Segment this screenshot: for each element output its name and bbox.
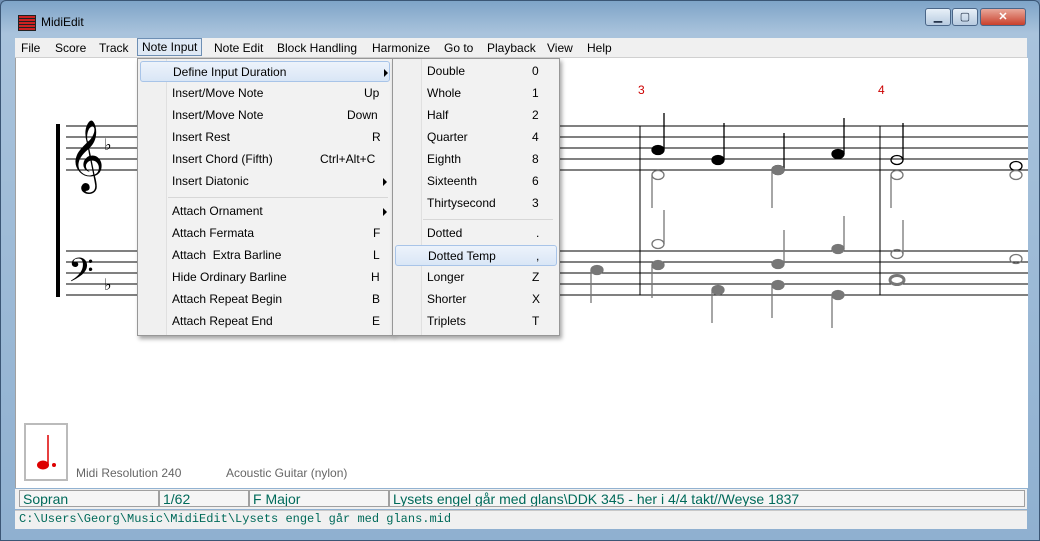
bass-clef-icon: 𝄢 — [68, 252, 94, 298]
menu-item-attach-repeat-end[interactable]: Attach Repeat End E — [140, 311, 390, 332]
submenu-arrow-icon — [383, 178, 387, 186]
minimize-button[interactable]: ▁ — [925, 8, 951, 26]
dotted-half-note-icon — [37, 435, 56, 470]
window-title: MidiEdit — [41, 15, 84, 29]
menu-harmonize[interactable]: Harmonize — [368, 40, 434, 56]
menu-playback[interactable]: Playback — [483, 40, 540, 56]
status-key: F Major — [249, 490, 389, 507]
menu-item-insert-move-note-down[interactable]: Insert/Move Note Down — [140, 105, 390, 126]
menu-item-attach-repeat-begin[interactable]: Attach Repeat Begin B — [140, 289, 390, 310]
menu-item-triplets[interactable]: Triplets T — [395, 311, 557, 332]
menu-item-shorter[interactable]: Shorter X — [395, 289, 557, 310]
treble-clef-icon: 𝄞 — [68, 118, 105, 194]
measure-number-4: 4 — [878, 83, 885, 97]
status-voice: Sopran — [19, 490, 159, 507]
duration-submenu: Double 0 Whole 1 Half 2 Quarter 4 Eighth… — [392, 58, 560, 336]
instrument-label: Acoustic Guitar (nylon) — [226, 466, 348, 480]
menu-block-handling[interactable]: Block Handling — [273, 40, 361, 56]
menu-item-define-input-duration[interactable]: Define Input Duration — [140, 61, 390, 82]
menu-item-attach-fermata[interactable]: Attach Fermata F — [140, 223, 390, 244]
menu-item-attach-ornament[interactable]: Attach Ornament — [140, 201, 390, 222]
menu-view[interactable]: View — [543, 40, 577, 56]
menu-item-insert-diatonic[interactable]: Insert Diatonic — [140, 171, 390, 192]
menu-item-insert-move-note-up[interactable]: Insert/Move Note Up — [140, 83, 390, 104]
close-button[interactable]: ✕ — [980, 8, 1026, 26]
flat-icon: ♭ — [104, 135, 112, 154]
menu-item-eighth[interactable]: Eighth 8 — [395, 149, 557, 170]
title-bar[interactable]: MidiEdit ▁ ▢ ✕ — [1, 1, 1039, 37]
menu-bar: File Score Track Note Input Note Edit Bl… — [15, 38, 1027, 58]
menu-help[interactable]: Help — [583, 40, 616, 56]
menu-item-hide-ordinary-barline[interactable]: Hide Ordinary Barline H — [140, 267, 390, 288]
menu-item-dotted-temp[interactable]: Dotted Temp , — [395, 245, 557, 266]
input-duration-indicator[interactable] — [24, 423, 68, 481]
menu-item-whole[interactable]: Whole 1 — [395, 83, 557, 104]
app-window: MidiEdit ▁ ▢ ✕ File Score Track Note Inp… — [0, 0, 1040, 541]
menu-note-edit[interactable]: Note Edit — [210, 40, 267, 56]
menu-item-attach-extra-barline[interactable]: Attach Extra Barline L — [140, 245, 390, 266]
file-path-bar: C:\Users\Georg\Music\MidiEdit\Lysets eng… — [15, 510, 1027, 529]
status-song: Lysets engel går med glans\DDK 345 - her… — [389, 490, 1025, 507]
maximize-button[interactable]: ▢ — [952, 8, 978, 26]
menu-item-quarter[interactable]: Quarter 4 — [395, 127, 557, 148]
file-path: C:\Users\Georg\Music\MidiEdit\Lysets eng… — [19, 512, 452, 526]
submenu-arrow-icon — [384, 69, 388, 77]
menu-track[interactable]: Track — [95, 40, 133, 56]
note-input-menu: Define Input Duration Insert/Move Note U… — [137, 58, 393, 336]
menu-item-sixteenth[interactable]: Sixteenth 6 — [395, 171, 557, 192]
menu-item-dotted[interactable]: Dotted . — [395, 223, 557, 244]
status-bar: Sopran 1/62 F Major Lysets engel går med… — [15, 489, 1027, 509]
menu-item-insert-chord[interactable]: Insert Chord (Fifth) Ctrl+Alt+C — [140, 149, 390, 170]
measure-number-3: 3 — [638, 83, 645, 97]
menu-item-thirtysecond[interactable]: Thirtysecond 3 — [395, 193, 557, 214]
menu-note-input[interactable]: Note Input — [137, 38, 203, 56]
menu-file[interactable]: File — [17, 40, 44, 56]
flat-icon: ♭ — [104, 275, 112, 294]
status-position: 1/62 — [159, 490, 249, 507]
submenu-arrow-icon — [383, 208, 387, 216]
app-icon — [18, 15, 36, 31]
menu-score[interactable]: Score — [51, 40, 90, 56]
menu-item-longer[interactable]: Longer Z — [395, 267, 557, 288]
menu-goto[interactable]: Go to — [440, 40, 477, 56]
menu-item-half[interactable]: Half 2 — [395, 105, 557, 126]
menu-item-insert-rest[interactable]: Insert Rest R — [140, 127, 390, 148]
midi-resolution-label: Midi Resolution 240 — [76, 466, 182, 480]
menu-item-double[interactable]: Double 0 — [395, 61, 557, 82]
